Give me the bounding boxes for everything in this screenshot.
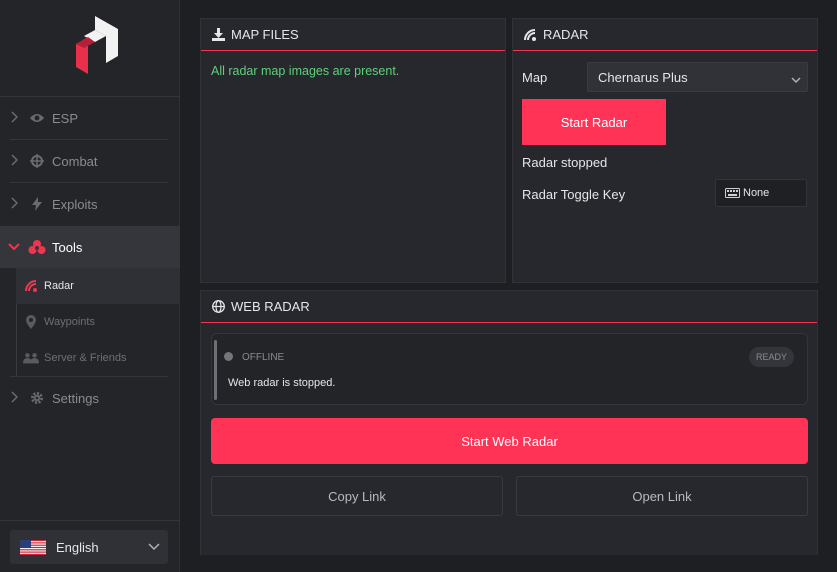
globe-icon	[211, 300, 225, 314]
eye-icon	[28, 109, 46, 127]
language-select[interactable]: English	[10, 530, 168, 564]
sidebar-item-combat[interactable]: Combat	[0, 140, 180, 182]
language-label: English	[56, 539, 99, 555]
sidebar-subitem-label: Radar	[44, 280, 74, 292]
status-indicator-bar	[214, 340, 217, 400]
map-files-header: MAP FILES	[201, 19, 505, 51]
sidebar-subitem-label: Waypoints	[44, 316, 95, 328]
radar-toggle-key-value: None	[743, 187, 770, 199]
sidebar-item-label: Combat	[52, 153, 98, 169]
tools-icon	[28, 238, 46, 256]
people-icon	[23, 350, 39, 366]
radar-toggle-label: Radar Toggle Key	[522, 187, 626, 202]
sidebar-item-exploits[interactable]: Exploits	[0, 183, 180, 225]
sidebar-subitem-label: Server & Friends	[44, 352, 127, 364]
sidebar-item-label: ESP	[52, 110, 79, 126]
chevron-down-icon	[148, 539, 160, 554]
sidebar-subitem-radar[interactable]: Radar	[16, 268, 180, 304]
radar-header: RADAR	[513, 19, 817, 51]
chevron-down-icon	[0, 240, 28, 254]
keyboard-icon	[725, 188, 740, 198]
start-web-radar-button[interactable]: Start Web Radar	[211, 418, 808, 464]
map-label: Map	[522, 70, 548, 85]
sidebar-subitem-server-friends[interactable]: Server & Friends	[16, 340, 180, 376]
sidebar-item-esp[interactable]: ESP	[0, 97, 180, 139]
copy-link-button[interactable]: Copy Link	[211, 476, 503, 516]
sidebar-divider	[0, 520, 180, 521]
web-radar-header: WEB RADAR	[201, 291, 817, 323]
map-files-title: MAP FILES	[231, 27, 299, 42]
radar-title: RADAR	[543, 27, 589, 42]
chevron-right-icon	[0, 110, 28, 126]
map-files-status: All radar map images are present.	[211, 64, 400, 78]
start-radar-button[interactable]: Start Radar	[522, 99, 666, 145]
map-select-value: Chernarus Plus	[598, 69, 688, 85]
radar-status: Radar stopped	[522, 155, 608, 170]
sidebar-item-settings[interactable]: Settings	[0, 377, 180, 419]
app-logo	[76, 16, 118, 74]
bolt-icon	[28, 195, 46, 213]
status-dot-icon	[224, 352, 233, 361]
crosshair-icon	[28, 152, 46, 170]
web-radar-message: Web radar is stopped.	[228, 377, 336, 389]
sidebar: ESP Combat Exploits Tools Radar Waypoint…	[0, 0, 180, 572]
sidebar-item-label: Tools	[52, 239, 83, 255]
map-files-panel: MAP FILES All radar map images are prese…	[200, 18, 506, 283]
chevron-down-icon	[791, 72, 801, 87]
chevron-right-icon	[0, 390, 28, 406]
radar-toggle-key-button[interactable]: None	[715, 179, 807, 207]
gear-icon	[28, 389, 46, 407]
open-link-button[interactable]: Open Link	[516, 476, 808, 516]
sidebar-item-tools[interactable]: Tools	[0, 226, 180, 268]
sidebar-item-label: Exploits	[52, 196, 98, 212]
status-badge: READY	[749, 347, 794, 367]
web-radar-panel: WEB RADAR OFFLINE READY Web radar is sto…	[200, 290, 818, 555]
radar-icon	[23, 278, 39, 294]
pin-icon	[23, 314, 39, 330]
web-radar-status-card: OFFLINE READY Web radar is stopped.	[211, 333, 808, 405]
radar-icon	[523, 28, 537, 42]
web-radar-title: WEB RADAR	[231, 299, 310, 314]
sidebar-item-label: Settings	[52, 390, 99, 406]
sidebar-subitem-waypoints[interactable]: Waypoints	[16, 304, 180, 340]
us-flag-icon	[20, 539, 46, 555]
web-radar-state: OFFLINE	[242, 352, 285, 363]
download-icon	[211, 28, 225, 42]
map-select[interactable]: Chernarus Plus	[587, 62, 808, 92]
chevron-right-icon	[0, 196, 28, 212]
radar-panel: RADAR Map Chernarus Plus Start Radar Rad…	[512, 18, 818, 283]
chevron-right-icon	[0, 153, 28, 169]
